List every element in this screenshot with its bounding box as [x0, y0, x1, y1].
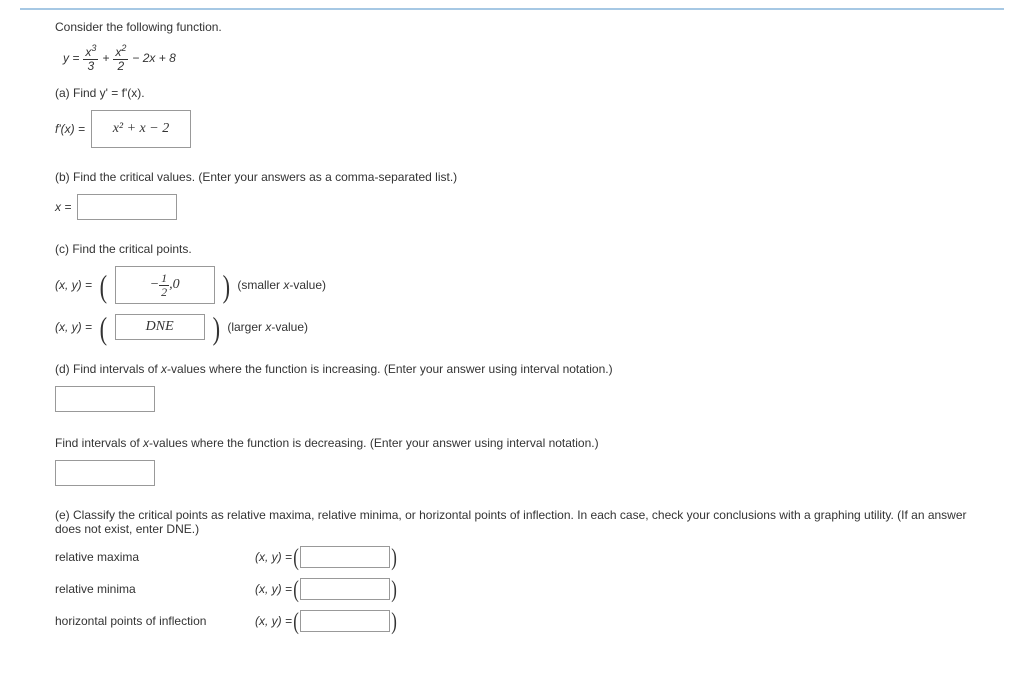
open-paren-icon: (	[293, 613, 299, 632]
part-c-row2: (x, y) = ( DNE ) (larger x-value)	[55, 314, 969, 340]
eq-term2-den: 2	[116, 60, 127, 73]
close-paren-icon: )	[391, 549, 397, 568]
eq-rest: − 2x + 8	[132, 51, 175, 65]
part-e-lhs-inflection: (x, y) =	[255, 614, 292, 628]
part-a: (a) Find y' = f'(x). f'(x) = x² + x − 2	[55, 86, 969, 148]
eq-lhs: y =	[63, 51, 79, 65]
part-d-prompt2: Find intervals of x-values where the fun…	[55, 436, 969, 450]
part-e-minima-box[interactable]	[300, 578, 390, 600]
part-b: (b) Find the critical values. (Enter you…	[55, 170, 969, 220]
part-a-prompt: (a) Find y' = f'(x).	[55, 86, 969, 100]
part-e-inflection-box[interactable]	[300, 610, 390, 632]
part-c-row1-frac-den: 2	[159, 286, 169, 299]
part-c-row1-neg: −	[150, 277, 159, 293]
eq-plus1: +	[102, 51, 109, 65]
part-c-prompt: (c) Find the critical points.	[55, 242, 969, 256]
part-a-answer-box[interactable]: x² + x − 2	[91, 110, 191, 148]
part-e-label-minima: relative minima	[55, 582, 255, 596]
part-c-row1-frac-num: 1	[159, 272, 169, 286]
part-c-row1-lhs: (x, y) =	[55, 278, 92, 292]
part-d: (d) Find intervals of x-values where the…	[55, 362, 969, 486]
part-b-prompt: (b) Find the critical values. (Enter you…	[55, 170, 969, 184]
part-e: (e) Classify the critical points as rela…	[55, 508, 969, 632]
part-e-label-maxima: relative maxima	[55, 550, 255, 564]
close-paren-icon: )	[391, 613, 397, 632]
eq-term1-den: 3	[86, 60, 97, 73]
part-d-increasing-box[interactable]	[55, 386, 155, 412]
intro-text: Consider the following function.	[55, 20, 969, 34]
part-c-row1-answer-box[interactable]: − 1 2 ,0	[115, 266, 215, 304]
eq-term1-num-sup: 3	[91, 43, 96, 53]
part-a-lhs: f'(x) =	[55, 122, 85, 136]
part-c-row2-answer-box[interactable]: DNE	[115, 314, 205, 340]
part-e-maxima-box[interactable]	[300, 546, 390, 568]
part-e-row-inflection: horizontal points of inflection (x, y) =…	[55, 610, 969, 632]
eq-term1-frac: x3 3	[83, 44, 98, 72]
part-b-lhs: x =	[55, 200, 71, 214]
close-paren-icon: )	[222, 274, 229, 300]
part-e-lhs-maxima: (x, y) =	[255, 550, 292, 564]
part-b-answer-box[interactable]	[77, 194, 177, 220]
part-c-row1: (x, y) = ( − 1 2 ,0 ) (smaller x-value)	[55, 266, 969, 304]
part-e-label-inflection: horizontal points of inflection	[55, 614, 255, 628]
open-paren-icon: (	[100, 274, 107, 300]
part-e-row-minima: relative minima (x, y) = ( )	[55, 578, 969, 600]
part-d-prompt: (d) Find intervals of x-values where the…	[55, 362, 969, 376]
open-paren-icon: (	[293, 581, 299, 600]
part-c-row2-lhs: (x, y) =	[55, 320, 92, 334]
close-paren-icon: )	[212, 316, 219, 342]
open-paren-icon: (	[293, 549, 299, 568]
open-paren-icon: (	[100, 316, 107, 342]
eq-term2-num-sup: 2	[121, 43, 126, 53]
close-paren-icon: )	[391, 581, 397, 600]
part-c: (c) Find the critical points. (x, y) = (…	[55, 242, 969, 340]
eq-term2-frac: x2 2	[113, 44, 128, 72]
part-c-row1-suffix: ,0	[169, 277, 180, 293]
function-equation: y = x3 3 + x2 2 − 2x + 8	[63, 44, 969, 72]
part-e-prompt: (e) Classify the critical points as rela…	[55, 508, 969, 536]
part-e-lhs-minima: (x, y) =	[255, 582, 292, 596]
problem-content: Consider the following function. y = x3 …	[0, 10, 1024, 674]
part-c-row1-frac: 1 2	[159, 272, 169, 298]
part-e-row-maxima: relative maxima (x, y) = ( )	[55, 546, 969, 568]
part-d-decreasing-box[interactable]	[55, 460, 155, 486]
